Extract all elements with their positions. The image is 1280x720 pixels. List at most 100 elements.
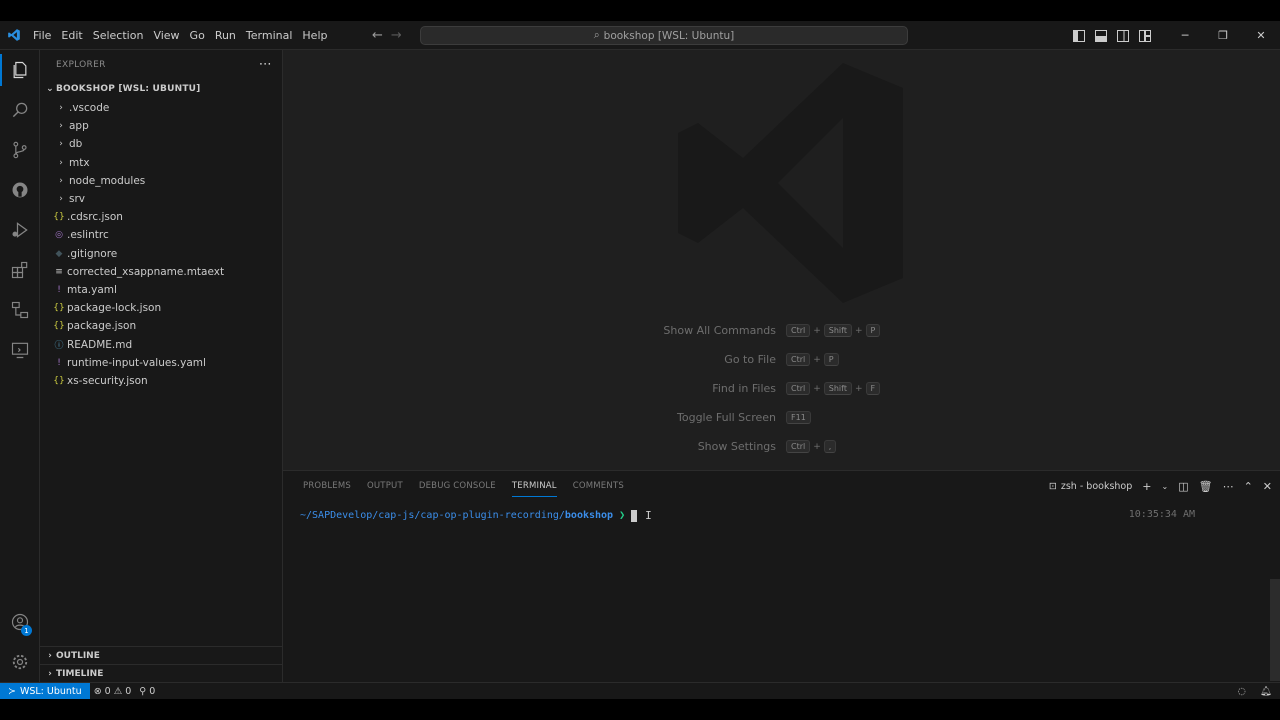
search-icon[interactable] — [0, 90, 40, 130]
toggle-primary-sidebar-icon[interactable] — [1068, 21, 1090, 50]
customize-layout-icon[interactable] — [1134, 21, 1156, 50]
close-window-button[interactable]: ✕ — [1242, 21, 1280, 50]
title-bar: File Edit Selection View Go Run Terminal Help ←… — [0, 21, 1280, 50]
warning-icon: ⚠ — [113, 685, 123, 697]
problems-status[interactable]: ⊗ 0 ⚠ 0 — [90, 686, 136, 697]
toggle-panel-icon[interactable] — [1090, 21, 1112, 50]
shortcut-keys: Ctrl + P — [786, 353, 839, 366]
tree-file[interactable]: ! mta.yaml — [40, 281, 282, 299]
tree-item-label: .cdsrc.json — [67, 211, 123, 224]
shortcut-keys: Ctrl + Shift + P — [786, 324, 881, 337]
sync-icon[interactable]: ◌ — [1238, 686, 1246, 697]
tree-file[interactable]: ◆ .gitignore — [40, 245, 282, 263]
command-center[interactable]: ⌕ bookshop [WSL: Ubuntu] — [420, 26, 908, 45]
tree-folder[interactable]: › mtx — [40, 154, 282, 172]
forward-arrow-icon[interactable]: → — [391, 28, 402, 43]
notifications-bell-icon[interactable]: 🔔︎ — [1260, 686, 1272, 697]
tab-output[interactable]: OUTPUT — [359, 471, 411, 501]
accounts-icon[interactable]: 1 — [0, 602, 40, 642]
more-actions-icon[interactable]: ⋯ — [1223, 480, 1234, 493]
shortcut-keys: F11 — [786, 411, 811, 424]
tree-file[interactable]: {} .cdsrc.json — [40, 208, 282, 226]
tree-folder[interactable]: › db — [40, 135, 282, 153]
shortcut-label: Go to File — [724, 353, 776, 366]
eslint-file-icon: ◎ — [55, 230, 63, 241]
menu-run[interactable]: Run — [210, 21, 241, 50]
minimize-button[interactable]: ─ — [1166, 21, 1204, 50]
tree-item-label: db — [69, 138, 83, 151]
terminal-prompt-line[interactable]: ~/SAPDevelop/cap-js/cap-op-plugin-record… — [300, 509, 652, 522]
more-actions-icon[interactable]: ⋯ — [259, 57, 272, 72]
trash-icon[interactable]: 🗑 — [1199, 480, 1213, 493]
run-debug-icon[interactable] — [0, 210, 40, 250]
vscode-logo-icon — [0, 21, 28, 50]
tree-item-label: runtime-input-values.yaml — [67, 356, 206, 369]
tab-terminal[interactable]: TERMINAL — [504, 471, 565, 501]
extensions-icon[interactable] — [0, 250, 40, 290]
tree-file[interactable]: ! runtime-input-values.yaml — [40, 354, 282, 372]
key-cap: P — [865, 324, 881, 337]
menu-terminal[interactable]: Terminal — [241, 21, 298, 50]
tab-problems[interactable]: PROBLEMS — [295, 471, 359, 501]
key-cap: Ctrl — [786, 440, 811, 453]
terminal-cursor — [631, 509, 638, 522]
split-terminal-icon[interactable]: ◫ — [1178, 480, 1188, 493]
github-icon[interactable] — [0, 170, 40, 210]
chevron-right-icon: › — [48, 668, 52, 679]
info-file-icon: ⓘ — [54, 341, 64, 352]
menu-help[interactable]: Help — [297, 21, 332, 50]
tree-folder[interactable]: › node_modules — [40, 172, 282, 190]
menu-selection[interactable]: Selection — [88, 21, 149, 50]
maximize-panel-icon[interactable]: ⌃ — [1244, 480, 1253, 493]
command-center-label: bookshop [WSL: Ubuntu] — [603, 29, 735, 42]
tree-folder[interactable]: › app — [40, 117, 282, 135]
tab-debug-console[interactable]: DEBUG CONSOLE — [411, 471, 504, 501]
tree-folder[interactable]: › .vscode — [40, 99, 282, 117]
title-controls: ─ ❐ ✕ — [1068, 21, 1280, 50]
remote-explorer-icon[interactable] — [0, 330, 40, 370]
accounts-badge: 1 — [21, 625, 32, 636]
menu-edit[interactable]: Edit — [56, 21, 87, 50]
tree-item-label: package-lock.json — [67, 302, 162, 315]
warning-count: 0 — [125, 685, 132, 697]
key-cap: Ctrl — [786, 382, 811, 395]
restore-button[interactable]: ❐ — [1204, 21, 1242, 50]
tree-item-label: mtx — [69, 156, 90, 169]
terminal-scrollbar[interactable] — [1270, 579, 1280, 681]
tree-file[interactable]: {} xs-security.json — [40, 372, 282, 390]
menu-go[interactable]: Go — [185, 21, 210, 50]
prompt-symbol: ❯ — [619, 510, 626, 521]
terminal-selector[interactable]: ⊡ zsh - bookshop — [1049, 481, 1132, 492]
shortcut-label: Find in Files — [712, 382, 776, 395]
tab-comments[interactable]: COMMENTS — [565, 471, 632, 501]
remote-indicator[interactable]: ≻ WSL: Ubuntu — [0, 682, 90, 700]
tree-file[interactable]: ≡ corrected_xsappname.mtaext — [40, 263, 282, 281]
plus-sign: + — [813, 383, 821, 394]
explorer-icon[interactable] — [0, 50, 40, 90]
tree-folder[interactable]: › srv — [40, 190, 282, 208]
chevron-down-icon[interactable]: ⌄ — [1161, 482, 1168, 491]
tree-file[interactable]: {} package.json — [40, 317, 282, 335]
workspace-folder-name: BOOKSHOP [WSL: UBUNTU] — [56, 84, 201, 94]
tree-file[interactable]: {} package-lock.json — [40, 299, 282, 317]
bottom-panel: PROBLEMS OUTPUT DEBUG CONSOLE TERMINAL COMME… — [283, 470, 1280, 682]
workspace-folder-header[interactable]: ⌄ BOOKSHOP [WSL: UBUNTU] — [40, 79, 282, 99]
menu-file[interactable]: File — [28, 21, 56, 50]
ports-icon: ⚲ — [139, 685, 147, 697]
sap-tools-icon[interactable] — [0, 290, 40, 330]
tree-file[interactable]: ◎ .eslintrc — [40, 226, 282, 244]
new-terminal-icon[interactable]: + — [1142, 480, 1151, 493]
back-arrow-icon[interactable]: ← — [372, 28, 383, 43]
source-control-icon[interactable] — [0, 130, 40, 170]
ports-status[interactable]: ⚲ 0 — [135, 686, 159, 697]
toggle-secondary-sidebar-icon[interactable] — [1112, 21, 1134, 50]
outline-section[interactable]: › OUTLINE — [40, 646, 283, 664]
settings-gear-icon[interactable] — [0, 642, 40, 682]
close-panel-icon[interactable]: ✕ — [1263, 480, 1272, 493]
editor-area: Show All Commands Ctrl + Shift + P Go to File C… — [283, 50, 1280, 470]
menu-view[interactable]: View — [148, 21, 184, 50]
tree-file[interactable]: ⓘ README.md — [40, 335, 282, 353]
timeline-section[interactable]: › TIMELINE — [40, 664, 283, 682]
tree-item-label: xs-security.json — [67, 374, 148, 387]
explorer-header: EXPLORER ⋯ — [40, 50, 282, 79]
